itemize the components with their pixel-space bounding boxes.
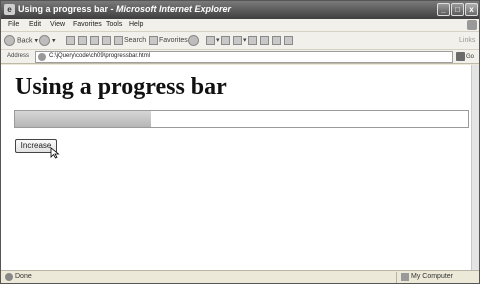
- title-bar: e Using a progress bar - Microsoft Inter…: [1, 1, 479, 19]
- go-arrow-icon: [456, 52, 465, 61]
- home-icon: [90, 35, 99, 45]
- address-value: C:\jQuery\code\ch09\progressbar.html: [49, 53, 151, 59]
- menu-tools[interactable]: Tools: [106, 21, 122, 28]
- media-icon: [188, 35, 199, 46]
- print-button[interactable]: [220, 35, 231, 47]
- menu-help[interactable]: Help: [129, 21, 143, 28]
- menu-favorites[interactable]: Favorites: [73, 21, 102, 28]
- mail-icon: [206, 35, 215, 45]
- back-icon: [4, 35, 15, 46]
- back-button[interactable]: Back ▾: [4, 35, 38, 47]
- status-text: Done: [15, 273, 32, 280]
- tools-icon: [284, 35, 293, 45]
- messenger-icon: [272, 35, 281, 45]
- computer-icon: [401, 273, 409, 281]
- favorites-button[interactable]: Favorites: [148, 35, 188, 47]
- page-content: Using a progress bar Increase: [1, 65, 471, 270]
- browser-window: e Using a progress bar - Microsoft Inter…: [0, 0, 480, 284]
- address-bar: Address C:\jQuery\code\ch09\progressbar.…: [1, 50, 479, 64]
- status-bar: Done My Computer: [1, 270, 479, 283]
- status-divider: [396, 272, 397, 283]
- menu-bar: File Edit View Favorites Tools Help: [1, 19, 479, 32]
- address-label: Address: [7, 53, 30, 59]
- favorites-icon: [149, 35, 158, 45]
- research-button[interactable]: [259, 35, 270, 47]
- window-title-page: Using a progress bar: [18, 4, 109, 14]
- window-title: Using a progress bar - Microsoft Interne…: [18, 4, 231, 14]
- windows-logo-icon: [467, 20, 477, 30]
- stop-icon: [66, 35, 75, 45]
- home-button[interactable]: [89, 35, 100, 47]
- minimize-button[interactable]: _: [437, 3, 450, 16]
- history-button[interactable]: [101, 35, 112, 47]
- refresh-icon: [78, 35, 87, 45]
- vertical-scrollbar[interactable]: [471, 65, 479, 270]
- discuss-button[interactable]: [247, 35, 258, 47]
- discuss-icon: [248, 35, 257, 45]
- close-button[interactable]: x: [465, 3, 478, 16]
- page-title: Using a progress bar: [15, 74, 227, 100]
- security-zone-text: My Computer: [411, 273, 454, 280]
- window-title-app: Microsoft Internet Explorer: [116, 4, 232, 14]
- edit-button[interactable]: ▾: [232, 35, 247, 47]
- address-input[interactable]: C:\jQuery\code\ch09\progressbar.html ▾: [35, 51, 453, 63]
- search-button[interactable]: Search: [113, 35, 146, 47]
- tools-button[interactable]: [283, 35, 294, 47]
- back-label: Back: [17, 37, 33, 45]
- research-icon: [260, 35, 269, 45]
- ie-logo-icon: e: [4, 4, 15, 15]
- edit-icon: [233, 35, 242, 45]
- favorites-label: Favorites: [159, 37, 188, 44]
- history-icon: [102, 35, 111, 45]
- search-icon: [114, 35, 123, 45]
- forward-icon: [39, 35, 50, 46]
- links-button[interactable]: Links: [459, 35, 475, 47]
- menu-file[interactable]: File: [8, 21, 19, 28]
- window-title-separator: -: [108, 4, 117, 14]
- media-button[interactable]: [188, 35, 201, 47]
- menu-edit[interactable]: Edit: [29, 21, 41, 28]
- menu-view[interactable]: View: [50, 21, 65, 28]
- progress-bar: [14, 110, 469, 128]
- page-icon: [38, 53, 46, 61]
- go-button[interactable]: Go: [456, 52, 474, 62]
- search-label: Search: [124, 37, 147, 44]
- mouse-pointer-icon: [50, 147, 60, 159]
- go-label: Go: [466, 54, 475, 61]
- stop-button[interactable]: [65, 35, 76, 47]
- print-icon: [221, 35, 230, 45]
- progress-bar-fill: [15, 111, 151, 127]
- page-done-icon: [5, 273, 13, 281]
- messenger-button[interactable]: [271, 35, 282, 47]
- refresh-button[interactable]: [77, 35, 88, 47]
- maximize-button[interactable]: □: [451, 3, 464, 16]
- forward-button[interactable]: ▾: [39, 35, 56, 47]
- mail-button[interactable]: ▾: [205, 35, 220, 47]
- toolbar: Back ▾ ▾ Search Favorites ▾ ▾ Links: [1, 32, 479, 50]
